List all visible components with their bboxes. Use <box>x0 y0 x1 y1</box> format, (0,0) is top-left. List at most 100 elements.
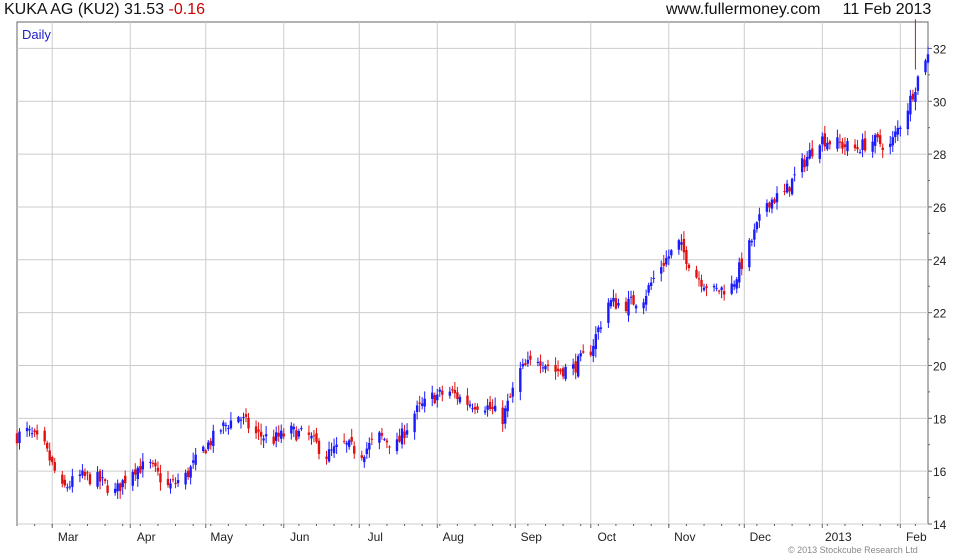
x-tick-label: Mar <box>58 530 79 544</box>
candle-body <box>136 467 139 479</box>
candle-body <box>571 364 575 369</box>
candle-body <box>312 435 316 437</box>
candle-body <box>244 414 248 417</box>
candle-body <box>667 256 670 259</box>
candle-body <box>202 446 205 451</box>
candle-body <box>821 136 824 145</box>
candle-body <box>176 480 180 484</box>
candle-body <box>466 395 469 405</box>
candle-body <box>83 471 87 476</box>
candle-body <box>360 455 363 458</box>
candle-body <box>748 240 751 268</box>
candle-body <box>18 431 21 444</box>
candle-body <box>363 456 366 463</box>
candle-body <box>436 394 439 401</box>
candle-body <box>254 426 258 434</box>
candle-body <box>899 127 902 130</box>
candle-body <box>680 242 683 245</box>
candle-body <box>295 430 298 441</box>
candle-body <box>838 141 842 143</box>
x-tick-label: Nov <box>674 530 695 544</box>
candle-body <box>700 279 703 287</box>
candle-body <box>592 345 595 357</box>
y-tick-label: 14 <box>933 518 947 532</box>
candle-body <box>909 95 912 115</box>
candle-body <box>906 110 910 130</box>
candle-body <box>98 471 102 482</box>
candle-body <box>106 485 109 493</box>
candle-body <box>632 295 635 305</box>
candle-body <box>597 327 600 333</box>
x-tick-label: Aug <box>443 530 464 544</box>
candle-body <box>682 238 686 253</box>
candle-body <box>385 440 389 443</box>
candle-body <box>297 430 301 437</box>
candle-body <box>156 467 160 472</box>
candle-body <box>227 428 230 430</box>
y-tick-label: 26 <box>933 201 947 215</box>
candle-body <box>758 214 761 221</box>
candle-body <box>647 285 650 293</box>
candle-body <box>722 291 726 295</box>
candle-body <box>86 472 89 474</box>
candle-body <box>627 298 630 316</box>
x-tick-label: Jun <box>290 530 309 544</box>
candle-body <box>536 361 540 363</box>
candle-body <box>539 361 542 367</box>
candle-body <box>612 297 615 302</box>
candle-body <box>861 139 864 151</box>
candle-body <box>712 285 716 288</box>
y-tick-label: 16 <box>933 465 947 479</box>
candle-body <box>476 406 479 410</box>
candle-body <box>579 353 582 357</box>
candle-body <box>473 406 477 410</box>
candle-body <box>790 178 794 195</box>
candle-body <box>101 477 104 479</box>
candle-body <box>194 454 197 465</box>
candle-body <box>212 430 215 447</box>
candle-body <box>493 405 497 411</box>
candle-body <box>139 466 142 473</box>
candle-body <box>405 430 409 435</box>
candle-body <box>418 402 421 404</box>
candle-body <box>63 479 67 486</box>
candle-body <box>275 432 278 441</box>
candle-body <box>292 426 296 430</box>
candle-body <box>325 456 328 459</box>
candle-body <box>806 156 809 167</box>
candle-body <box>118 483 122 492</box>
candle-body <box>614 298 618 309</box>
candle-body <box>51 457 54 463</box>
candle-body <box>662 262 665 266</box>
candle-body <box>607 302 610 323</box>
price-chart: 14 16 18 20 22 24 26 28 30 32 Mar Apr May Jun Jul Aug Se… <box>15 19 947 544</box>
candle-body <box>458 396 462 403</box>
candle-body <box>224 424 228 427</box>
candle-body <box>307 432 311 435</box>
candle-body <box>66 487 69 489</box>
candle-body <box>504 408 507 424</box>
candle-body <box>342 440 346 442</box>
candle-body <box>687 264 691 269</box>
candle-body <box>836 137 839 149</box>
candle-body <box>783 190 786 192</box>
candle-body <box>808 150 811 159</box>
candle-body <box>697 278 701 280</box>
candle-body <box>843 144 847 148</box>
candle-body <box>788 187 791 192</box>
candle-body <box>448 391 452 396</box>
candle-body <box>154 462 157 467</box>
candle-body <box>310 435 313 439</box>
candle-body <box>398 435 401 442</box>
candle-body <box>488 402 492 409</box>
candle-body <box>237 416 240 423</box>
candle-body <box>916 76 920 91</box>
candle-body <box>219 430 223 432</box>
candle-body <box>561 368 565 377</box>
candle-body <box>335 444 338 448</box>
candle-body <box>345 442 348 445</box>
candle-body <box>846 141 849 152</box>
candle-body <box>720 287 723 291</box>
y-tick-label: 32 <box>933 42 947 56</box>
candle-body <box>685 249 688 264</box>
